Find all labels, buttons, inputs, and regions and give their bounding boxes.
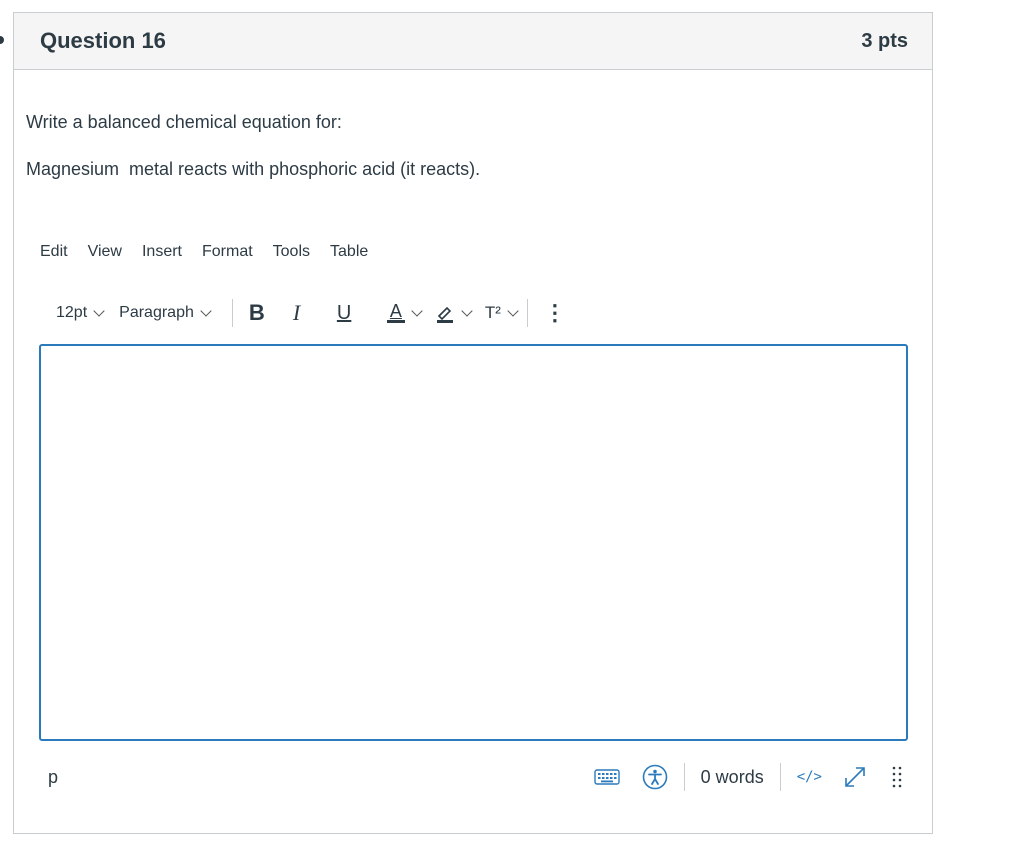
toolbar-divider <box>231 299 233 327</box>
html-editor-button[interactable]: </> <box>797 769 822 785</box>
chevron-down-icon <box>461 305 473 317</box>
expand-icon <box>845 767 865 787</box>
statusbar-divider <box>779 763 781 791</box>
element-path[interactable]: p <box>48 767 58 788</box>
font-size-value: 12pt <box>56 304 88 321</box>
toolbar-divider <box>526 299 528 327</box>
superscript-button[interactable]: T² <box>485 298 523 328</box>
question-prompt-line-1: Write a balanced chemical equation for: <box>26 112 342 132</box>
italic-button[interactable]: I <box>293 298 327 328</box>
text-color-label: A <box>389 301 402 321</box>
block-format-select[interactable]: Paragraph <box>119 298 216 328</box>
keyboard-shortcuts-button[interactable] <box>593 768 620 786</box>
editor-menubar: Edit View Insert Format Tools Table <box>40 243 388 261</box>
question-title: Question 16 <box>40 28 166 53</box>
keyboard-icon <box>593 769 620 785</box>
chevron-down-icon <box>200 305 212 317</box>
chevron-down-icon <box>411 305 423 317</box>
statusbar-divider <box>683 763 685 791</box>
question-prompt-line-2: Magnesium metal reacts with phosphoric a… <box>26 159 481 179</box>
resize-handle[interactable] <box>892 766 902 788</box>
underline-button[interactable]: U <box>337 298 371 328</box>
word-count[interactable]: 0 words <box>701 767 764 788</box>
question-points: 3 pts <box>861 29 908 52</box>
chevron-down-icon <box>93 305 105 317</box>
menu-view[interactable]: View <box>88 243 132 261</box>
text-color-button[interactable]: A <box>386 298 427 328</box>
highlight-color-button[interactable] <box>435 298 477 328</box>
menu-table[interactable]: Table <box>330 243 378 261</box>
text-color-swatch <box>386 320 405 323</box>
more-options-button[interactable]: ⋮ <box>544 298 566 328</box>
menu-tools[interactable]: Tools <box>273 243 320 261</box>
accessibility-icon <box>642 764 667 790</box>
highlighter-icon <box>436 306 453 323</box>
menu-edit[interactable]: Edit <box>40 243 78 261</box>
menu-insert[interactable]: Insert <box>142 243 192 261</box>
statusbar-right: 0 words </> <box>593 763 906 791</box>
accessibility-checker-button[interactable] <box>642 764 668 790</box>
font-size-select[interactable]: 12pt <box>56 298 109 328</box>
question-header: Question 16 3 pts <box>14 13 932 70</box>
fullscreen-button[interactable] <box>842 764 868 790</box>
block-format-value: Paragraph <box>119 304 194 321</box>
chevron-down-icon <box>507 305 519 317</box>
question-text: Write a balanced chemical equation for: … <box>26 112 998 180</box>
menu-format[interactable]: Format <box>202 243 263 261</box>
resize-handle-icon <box>892 766 902 788</box>
bold-button[interactable]: B <box>249 298 283 328</box>
editor-toolbar: 12pt Paragraph B I U A T² ⋮ <box>44 296 566 330</box>
editor-content[interactable] <box>41 346 906 366</box>
editor-statusbar: p 0 words </> <box>40 760 906 794</box>
rich-text-editor[interactable] <box>39 344 908 741</box>
text-color-icon: A <box>386 301 405 323</box>
edge-marker <box>0 36 4 44</box>
more-vertical-icon: ⋮ <box>543 300 566 325</box>
superscript-icon: T² <box>484 303 501 322</box>
